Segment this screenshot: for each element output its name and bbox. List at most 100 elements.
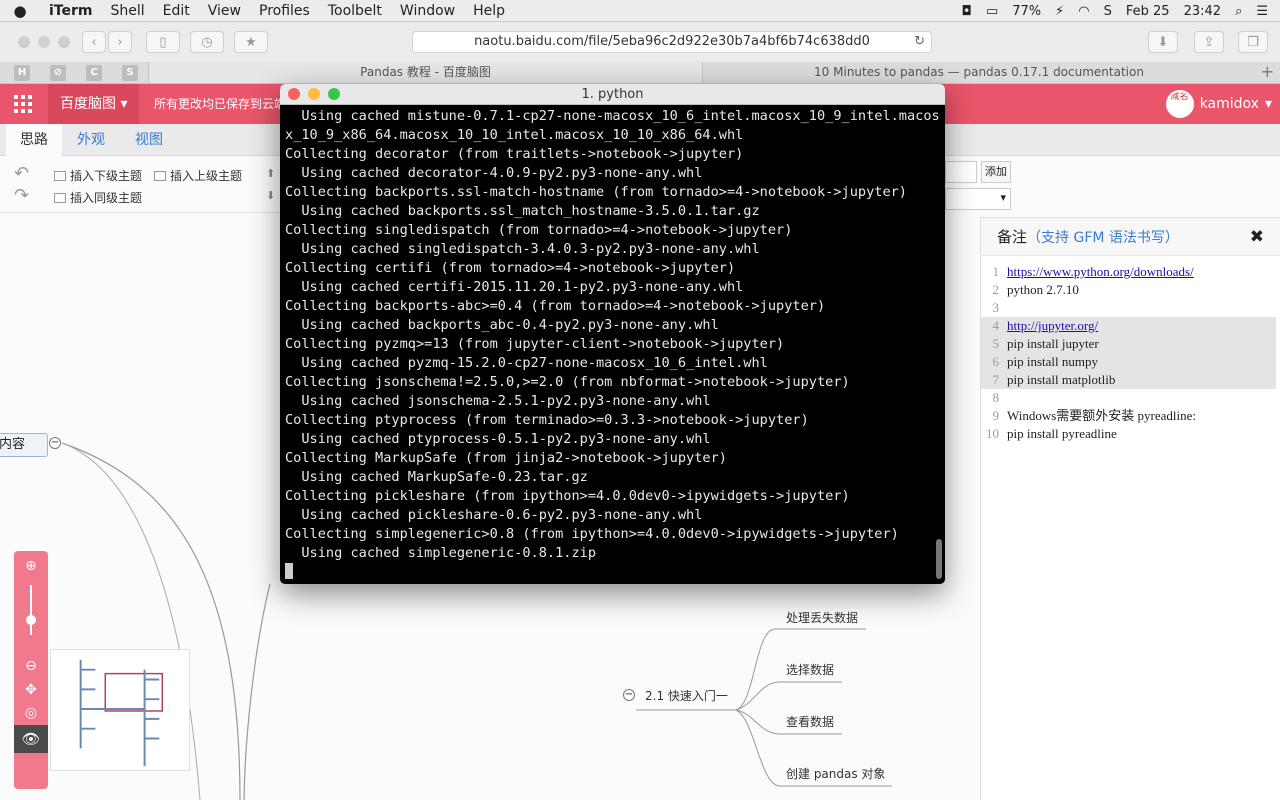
- menubar-time[interactable]: 23:42: [1184, 4, 1221, 19]
- zoom-in-icon[interactable]: ⊕: [22, 557, 40, 575]
- menu-profiles[interactable]: Profiles: [250, 3, 319, 19]
- root-node-label: 内容: [0, 437, 26, 452]
- favorite-s-icon[interactable]: S: [122, 65, 138, 81]
- chevron-down-icon[interactable]: ▾: [1265, 96, 1272, 112]
- add-button[interactable]: 添加: [981, 161, 1011, 183]
- menu-window[interactable]: Window: [391, 3, 464, 19]
- move-canvas-icon[interactable]: ✥: [22, 681, 40, 699]
- menu-view[interactable]: View: [199, 3, 250, 19]
- insert-parent-label: 插入上级主题: [170, 169, 243, 183]
- tab-pandas-docs[interactable]: 10 Minutes to pandas — pandas 0.17.1 doc…: [703, 62, 1255, 83]
- back-button[interactable]: ‹: [82, 31, 106, 53]
- tag-input[interactable]: [945, 161, 977, 183]
- address-bar[interactable]: naotu.baidu.com/file/5eba96c2d922e30b7a4…: [412, 31, 932, 53]
- zoom-slider-track[interactable]: [30, 585, 32, 635]
- priority-select[interactable]: [945, 188, 1011, 210]
- menu-edit[interactable]: Edit: [154, 3, 199, 19]
- favorite-h-icon[interactable]: H: [14, 65, 30, 81]
- terminal-output[interactable]: Using cached mistune-0.7.1-cp27-none-mac…: [280, 105, 945, 584]
- move-up-icon[interactable]: ⬆: [266, 167, 275, 180]
- iterm-window[interactable]: 1. python Using cached mistune-0.7.1-cp2…: [280, 84, 945, 584]
- note-gfm-hint[interactable]: （支持 GFM 语法书写）: [1027, 230, 1179, 246]
- terminal-line: Using cached mistune-0.7.1-cp27-none-mac…: [285, 108, 940, 124]
- camera-icon[interactable]: ◘: [962, 4, 972, 19]
- sidebar-icon[interactable]: ▯: [146, 31, 180, 53]
- terminal-minimize-button[interactable]: [308, 88, 320, 100]
- menu-help[interactable]: Help: [464, 3, 514, 19]
- notification-center-icon[interactable]: ☰: [1256, 4, 1268, 19]
- terminal-line: Collecting singledispatch (from tornado>…: [285, 222, 793, 238]
- collapse-toggle-icon[interactable]: −: [623, 689, 635, 701]
- mindmap-leaf-node[interactable]: 查看数据: [786, 713, 834, 730]
- insert-child-button[interactable]: 插入下级主题: [54, 167, 142, 184]
- note-link[interactable]: https://www.python.org/downloads/: [1007, 264, 1194, 279]
- window-zoom-button[interactable]: [58, 36, 70, 48]
- terminal-line: Using cached pickleshare-0.6-py2.py3-non…: [285, 507, 703, 523]
- mindmap-branch-node[interactable]: 2.1 快速入门一: [645, 687, 728, 704]
- zoom-slider-handle[interactable]: [26, 615, 36, 625]
- insert-parent-button[interactable]: 插入上级主题: [154, 167, 242, 184]
- insert-sibling-label: 插入同级主题: [70, 191, 143, 205]
- menu-app-iterm[interactable]: iTerm: [40, 3, 101, 19]
- avatar[interactable]: 咸名: [1165, 90, 1194, 118]
- redo-icon[interactable]: ↷: [14, 185, 29, 206]
- terminal-titlebar[interactable]: 1. python: [280, 84, 945, 105]
- share-icon[interactable]: ⇪: [1194, 31, 1224, 53]
- menu-shell[interactable]: Shell: [101, 3, 153, 19]
- brand-menu-button[interactable]: 百度脑图 ▾: [48, 84, 140, 124]
- menubar-date[interactable]: Feb 25: [1126, 4, 1170, 19]
- window-close-button[interactable]: [18, 36, 30, 48]
- terminal-close-button[interactable]: [288, 88, 300, 100]
- terminal-scrollbar[interactable]: [936, 539, 942, 579]
- mindmap-root-node[interactable]: 内容: [0, 433, 48, 457]
- user-menu[interactable]: 咸名 kamidox ▾: [1165, 84, 1272, 124]
- note-link[interactable]: http://jupyter.org/: [1007, 318, 1098, 333]
- save-status: 所有更改均已保存到云端: [154, 97, 287, 111]
- battery-percent: 77%: [1012, 3, 1042, 19]
- collapse-toggle-icon[interactable]: −: [49, 437, 61, 449]
- forward-button[interactable]: ›: [108, 31, 132, 53]
- spotlight-search-icon[interactable]: ⌕: [1235, 4, 1242, 19]
- minimap[interactable]: [50, 649, 190, 771]
- menu-toolbelt[interactable]: Toolbelt: [319, 3, 391, 19]
- scrivener-icon[interactable]: S: [1104, 4, 1112, 19]
- username[interactable]: kamidox: [1200, 96, 1259, 112]
- battery-icon[interactable]: ▭: [986, 4, 998, 19]
- eye-icon[interactable]: 👁: [14, 725, 48, 753]
- mindmap-leaf-node[interactable]: 处理丢失数据: [786, 609, 858, 626]
- close-icon[interactable]: ✖: [1250, 218, 1264, 256]
- insert-sibling-button[interactable]: 插入同级主题: [54, 189, 142, 206]
- reload-icon[interactable]: ↻: [914, 32, 925, 52]
- favorite-c-icon[interactable]: C: [86, 65, 102, 81]
- locate-root-icon[interactable]: ◎: [22, 704, 40, 722]
- wifi-icon[interactable]: ◠: [1078, 4, 1089, 19]
- note-text: pip install numpy: [1007, 354, 1098, 369]
- mindmap-leaf-node[interactable]: 选择数据: [786, 661, 834, 678]
- zoom-out-icon[interactable]: ⊖: [22, 657, 40, 675]
- tab-thinking[interactable]: 思路: [6, 124, 62, 156]
- apps-grid-icon[interactable]: [14, 95, 32, 113]
- tab-pandas-naotu[interactable]: Pandas 教程 - 百度脑图: [148, 62, 703, 83]
- apple-menu-icon[interactable]: ●: [0, 2, 40, 20]
- tabs-overview-icon[interactable]: ❐: [1238, 31, 1268, 53]
- window-minimize-button[interactable]: [38, 36, 50, 48]
- note-line-number: 4: [992, 318, 1000, 333]
- new-tab-button[interactable]: +: [1261, 62, 1274, 82]
- favorite-blocked-icon[interactable]: ⊘: [50, 65, 66, 81]
- note-line: 10 pip install pyreadline: [981, 425, 1276, 443]
- move-down-icon[interactable]: ⬇: [266, 189, 275, 202]
- note-line-number: 2: [992, 282, 1000, 297]
- tab-appearance[interactable]: 外观: [63, 124, 119, 156]
- history-icon[interactable]: ◷: [190, 31, 224, 53]
- mindmap-leaf-node[interactable]: 创建 pandas 对象: [786, 765, 885, 782]
- terminal-line: Collecting pickleshare (from ipython>=4.…: [285, 488, 850, 504]
- toolbox: ↶ ↷ 插入下级主题 插入上级主题 插入同级主题 ⬆ ⬇: [0, 157, 290, 213]
- note-text: pip install matplotlib: [1007, 372, 1116, 387]
- undo-icon[interactable]: ↶: [14, 163, 29, 184]
- tab-view[interactable]: 视图: [121, 124, 177, 156]
- bookmark-icon[interactable]: ★: [234, 31, 268, 53]
- terminal-zoom-button[interactable]: [328, 88, 340, 100]
- download-icon[interactable]: ⬇: [1148, 31, 1178, 53]
- terminal-line: Collecting pyzmq>=13 (from jupyter-clien…: [285, 336, 785, 352]
- note-line-number: 3: [992, 300, 1000, 315]
